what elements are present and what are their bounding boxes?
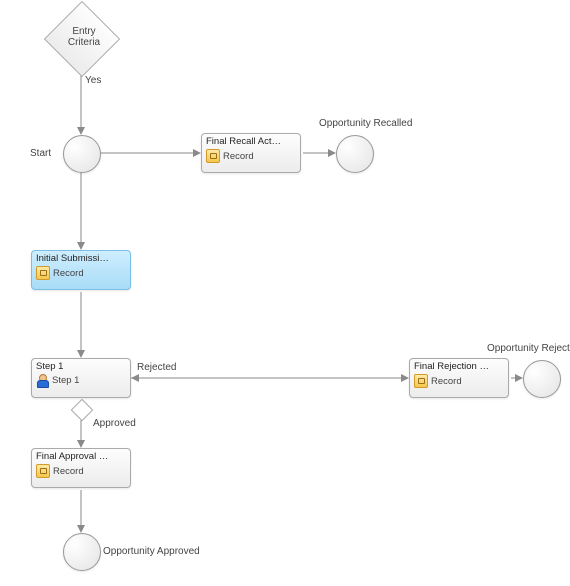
- start-label: Start: [30, 148, 51, 159]
- flow-canvas: Entry Criteria Yes Start Final Recall Ac…: [0, 0, 570, 586]
- node-final-recall-title: Final Recall Act…: [206, 136, 296, 147]
- entry-criteria-label: Entry Criteria: [64, 26, 104, 48]
- node-approval-title: Final Approval …: [36, 451, 126, 462]
- node-final-rejection[interactable]: Final Rejection … Record: [409, 358, 509, 398]
- edge-label-yes: Yes: [85, 75, 101, 86]
- approved-circle[interactable]: [63, 533, 101, 571]
- node-step1[interactable]: Step 1 Step 1: [31, 358, 131, 398]
- approved-label: Opportunity Approved: [103, 546, 200, 557]
- node-step1-sub: Step 1: [52, 375, 79, 386]
- node-rejection-title: Final Rejection …: [414, 361, 504, 372]
- edge-label-approved: Approved: [93, 418, 136, 429]
- node-step1-title: Step 1: [36, 361, 126, 372]
- lock-icon: [414, 374, 428, 388]
- node-initial-sub: Record: [53, 268, 84, 279]
- node-final-recall-sub: Record: [223, 151, 254, 162]
- lock-icon: [206, 149, 220, 163]
- recalled-circle[interactable]: [336, 135, 374, 173]
- node-approval-sub: Record: [53, 466, 84, 477]
- lock-icon: [36, 464, 50, 478]
- lock-icon: [36, 266, 50, 280]
- node-final-recall[interactable]: Final Recall Act… Record: [201, 133, 301, 173]
- decision-diamond: [71, 399, 94, 422]
- rejected-label: Opportunity Rejected: [487, 343, 570, 354]
- edges-layer: [0, 0, 570, 586]
- node-rejection-sub: Record: [431, 376, 462, 387]
- start-circle[interactable]: [63, 135, 101, 173]
- node-initial-title: Initial Submissi…: [36, 253, 126, 264]
- user-icon: [36, 374, 49, 387]
- recalled-label: Opportunity Recalled: [319, 118, 412, 129]
- node-final-approval[interactable]: Final Approval … Record: [31, 448, 131, 488]
- rejected-circle[interactable]: [523, 360, 561, 398]
- edge-label-rejected: Rejected: [137, 362, 176, 373]
- node-initial-submission[interactable]: Initial Submissi… Record: [31, 250, 131, 290]
